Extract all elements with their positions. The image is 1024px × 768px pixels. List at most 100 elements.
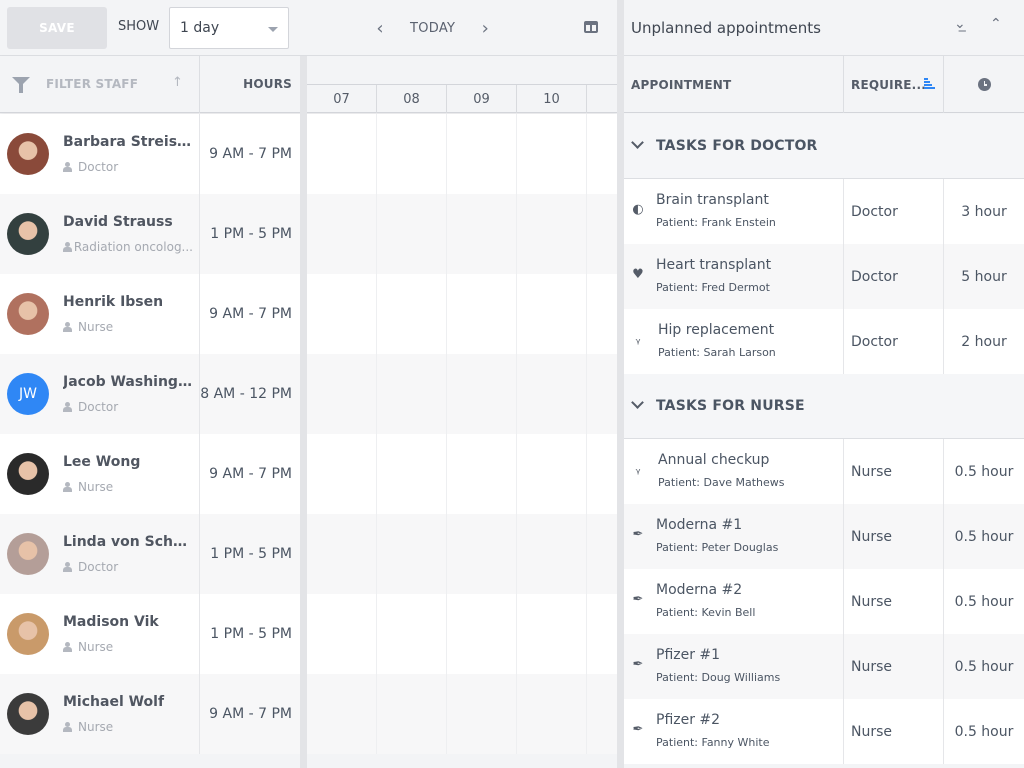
task-group-header[interactable]: TASKS FOR DOCTOR bbox=[624, 114, 1024, 179]
appointment-name: Heart transplant bbox=[656, 257, 772, 273]
hour-gridline bbox=[376, 274, 377, 354]
task-row[interactable]: ✒ Pfizer #1 Patient: Doug Williams Nurse… bbox=[624, 634, 1024, 699]
sort-ascending-icon[interactable]: ↑ bbox=[172, 75, 183, 90]
avatar: JW bbox=[7, 373, 49, 415]
hour-gridline bbox=[376, 594, 377, 674]
chevron-left-icon[interactable]: ‹ bbox=[370, 14, 390, 42]
appointment-cell: ᵧ Annual checkup Patient: Dave Mathews bbox=[624, 439, 844, 504]
stethoscope-icon: ᵧ bbox=[635, 332, 641, 347]
task-row[interactable]: ᵧ Annual checkup Patient: Dave Mathews N… bbox=[624, 439, 1024, 504]
staff-name: Linda von Schmi... bbox=[63, 534, 193, 550]
hour-gridline bbox=[446, 354, 447, 434]
sort-amount-icon[interactable] bbox=[924, 78, 935, 90]
show-range-select[interactable]: 1 day bbox=[169, 7, 289, 49]
time-axis-header: 07 08 09 10 bbox=[307, 84, 617, 113]
appointment-name: Pfizer #1 bbox=[656, 647, 721, 663]
layout-columns-icon[interactable] bbox=[584, 21, 598, 33]
show-label: SHOW bbox=[118, 19, 160, 34]
staff-name: Lee Wong bbox=[63, 454, 141, 470]
duration: 0.5 hour bbox=[954, 658, 1014, 675]
required-role: Nurse bbox=[844, 439, 944, 504]
schedule-lane[interactable] bbox=[307, 594, 657, 674]
task-row[interactable]: ◐ Brain transplant Patient: Frank Enstei… bbox=[624, 179, 1024, 244]
avatar bbox=[7, 453, 49, 495]
staff-row[interactable]: JW Jacob Washingt... Doctor 8 AM - 12 PM bbox=[0, 354, 657, 434]
staff-role-label: Doctor bbox=[78, 160, 119, 174]
staff-role-label: Nurse bbox=[78, 320, 114, 334]
chevron-down-icon[interactable] bbox=[631, 396, 644, 409]
save-button[interactable]: SAVE bbox=[7, 7, 107, 49]
pane-splitter[interactable] bbox=[617, 0, 624, 768]
hour-gridline bbox=[376, 434, 377, 514]
duration: 0.5 hour bbox=[954, 723, 1014, 740]
duration: 3 hour bbox=[961, 203, 1007, 220]
schedule-lane[interactable] bbox=[307, 194, 657, 274]
schedule-lane[interactable] bbox=[307, 514, 657, 594]
hour-gridline bbox=[446, 434, 447, 514]
hour-gridline bbox=[516, 514, 517, 594]
grid-splitter[interactable] bbox=[300, 56, 307, 768]
chevrons-down-icon[interactable]: ⌄̲ bbox=[954, 16, 966, 32]
staff-name: Barbara Streisa... bbox=[63, 134, 193, 150]
syringe-icon: ✒ bbox=[632, 657, 644, 672]
brain-icon: ◐ bbox=[632, 202, 644, 217]
show-range-value: 1 day bbox=[180, 20, 220, 36]
schedule-lane[interactable] bbox=[307, 274, 657, 354]
task-group-header[interactable]: TASKS FOR NURSE bbox=[624, 374, 1024, 439]
duration-column-header[interactable] bbox=[944, 56, 1024, 113]
scheduler-app: SAVE SHOW 1 day ‹ TODAY › FILTER STAFF ↑… bbox=[0, 0, 1024, 768]
staff-row[interactable]: Linda von Schmi... Doctor 1 PM - 5 PM bbox=[0, 514, 657, 594]
avatar bbox=[7, 533, 49, 575]
task-row[interactable]: ♥ Heart transplant Patient: Fred Dermot … bbox=[624, 244, 1024, 309]
appointment-column-header[interactable]: APPOINTMENT bbox=[624, 56, 844, 113]
hour-gridline bbox=[586, 114, 587, 194]
staff-role: Nurse bbox=[63, 480, 193, 494]
staff-row[interactable]: David Strauss Radiation oncolog... 1 PM … bbox=[0, 194, 657, 274]
today-button[interactable]: TODAY bbox=[410, 21, 455, 36]
task-row[interactable]: ✒ Moderna #1 Patient: Peter Douglas Nurs… bbox=[624, 504, 1024, 569]
staff-role-label: Nurse bbox=[78, 640, 114, 654]
required-role: Nurse bbox=[844, 504, 944, 569]
staff-name-cell: David Strauss Radiation oncolog... bbox=[0, 194, 200, 274]
hour-gridline bbox=[516, 194, 517, 274]
avatar bbox=[7, 133, 49, 175]
staff-hours: 1 PM - 5 PM bbox=[210, 226, 292, 242]
appointment-cell: ✒ Pfizer #2 Patient: Fanny White bbox=[624, 699, 844, 764]
patient-name: Patient: Fred Dermot bbox=[656, 281, 770, 294]
schedule-lane[interactable] bbox=[307, 674, 657, 754]
schedule-lane[interactable] bbox=[307, 354, 657, 434]
appointment-name: Moderna #1 bbox=[656, 517, 743, 533]
task-row[interactable]: ✒ Moderna #2 Patient: Kevin Bell Nurse 0… bbox=[624, 569, 1024, 634]
task-row[interactable]: ᵧ Hip replacement Patient: Sarah Larson … bbox=[624, 309, 1024, 374]
staff-name: David Strauss bbox=[63, 214, 173, 230]
avatar bbox=[7, 213, 49, 255]
staff-role: Nurse bbox=[63, 320, 193, 334]
filter-staff-input[interactable]: FILTER STAFF bbox=[46, 77, 138, 91]
hour-gridline bbox=[516, 594, 517, 674]
chevron-right-icon[interactable]: › bbox=[475, 14, 495, 42]
schedule-lane[interactable] bbox=[307, 434, 657, 514]
task-row[interactable]: ✒ Pfizer #2 Patient: Fanny White Nurse 0… bbox=[624, 699, 1024, 764]
chevrons-up-icon[interactable]: ⌃ bbox=[990, 16, 1002, 32]
user-md-icon bbox=[63, 242, 72, 252]
hours-column-header[interactable]: HOURS bbox=[200, 56, 300, 113]
staff-row[interactable]: Lee Wong Nurse 9 AM - 7 PM bbox=[0, 434, 657, 514]
hour-gridline bbox=[516, 274, 517, 354]
staff-name-cell: JW Jacob Washingt... Doctor bbox=[0, 354, 200, 434]
filter-icon[interactable] bbox=[12, 77, 30, 93]
appointment-name: Brain transplant bbox=[656, 192, 769, 208]
staff-row[interactable]: Barbara Streisa... Doctor 9 AM - 7 PM bbox=[0, 114, 657, 194]
filter-staff-cell[interactable]: FILTER STAFF ↑ bbox=[0, 56, 200, 113]
chevron-down-icon[interactable] bbox=[631, 136, 644, 149]
unplanned-title: Unplanned appointments bbox=[631, 19, 821, 37]
schedule-lane[interactable] bbox=[307, 114, 657, 194]
staff-name-cell: Barbara Streisa... Doctor bbox=[0, 114, 200, 194]
hour-gridline bbox=[446, 274, 447, 354]
staff-row[interactable]: Henrik Ibsen Nurse 9 AM - 7 PM bbox=[0, 274, 657, 354]
hour-gridline bbox=[586, 274, 587, 354]
hour-gridline bbox=[586, 514, 587, 594]
staff-row[interactable]: Madison Vik Nurse 1 PM - 5 PM bbox=[0, 594, 657, 674]
staff-role-label: Doctor bbox=[78, 400, 119, 414]
staff-row[interactable]: Michael Wolf Nurse 9 AM - 7 PM bbox=[0, 674, 657, 754]
patient-name: Patient: Fanny White bbox=[656, 736, 770, 749]
